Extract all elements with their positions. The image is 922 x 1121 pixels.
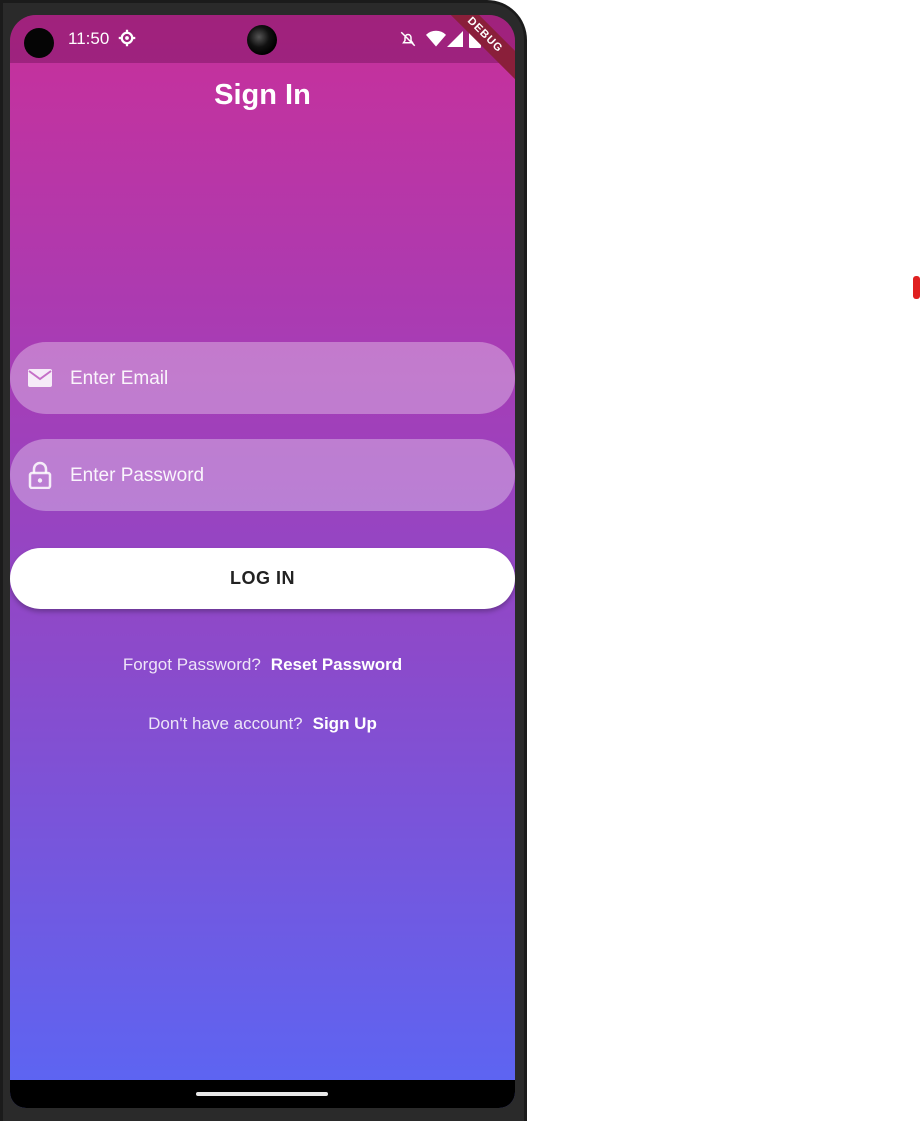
forgot-password-row: Forgot Password? Reset Password bbox=[10, 655, 515, 675]
reset-password-link[interactable]: Reset Password bbox=[271, 655, 402, 674]
password-field[interactable] bbox=[10, 439, 515, 513]
sign-up-link[interactable]: Sign Up bbox=[313, 714, 377, 733]
bell-off-icon bbox=[400, 31, 416, 47]
front-camera bbox=[247, 25, 277, 55]
punch-hole bbox=[24, 28, 54, 58]
no-account-text: Don't have account? bbox=[148, 714, 303, 733]
lock-icon bbox=[28, 461, 52, 489]
home-gesture-handle[interactable] bbox=[196, 1092, 328, 1096]
phone-frame: 11:50 DEBUG Sign In Enter Email LOG IN F… bbox=[0, 0, 527, 1121]
status-bar: 11:50 DEBUG bbox=[10, 15, 515, 85]
password-input[interactable] bbox=[68, 439, 492, 513]
status-time: 11:50 bbox=[68, 29, 110, 48]
forgot-password-text: Forgot Password? bbox=[122, 655, 261, 674]
email-field[interactable] bbox=[10, 342, 515, 416]
signal-icon bbox=[447, 31, 463, 47]
mail-icon bbox=[28, 369, 52, 387]
wifi-icon bbox=[426, 30, 446, 47]
app-screen: 11:50 DEBUG Sign In Enter Email LOG IN F… bbox=[10, 15, 515, 1108]
navigation-bar bbox=[10, 1080, 515, 1108]
gear-icon bbox=[118, 29, 136, 47]
red-indicator bbox=[913, 276, 920, 299]
login-button[interactable]: LOG IN bbox=[10, 548, 515, 609]
signup-row: Don't have account? Sign Up bbox=[10, 714, 515, 734]
page-title: Sign In bbox=[214, 79, 311, 111]
debug-banner: DEBUG bbox=[435, 15, 515, 85]
email-input[interactable] bbox=[68, 342, 492, 416]
